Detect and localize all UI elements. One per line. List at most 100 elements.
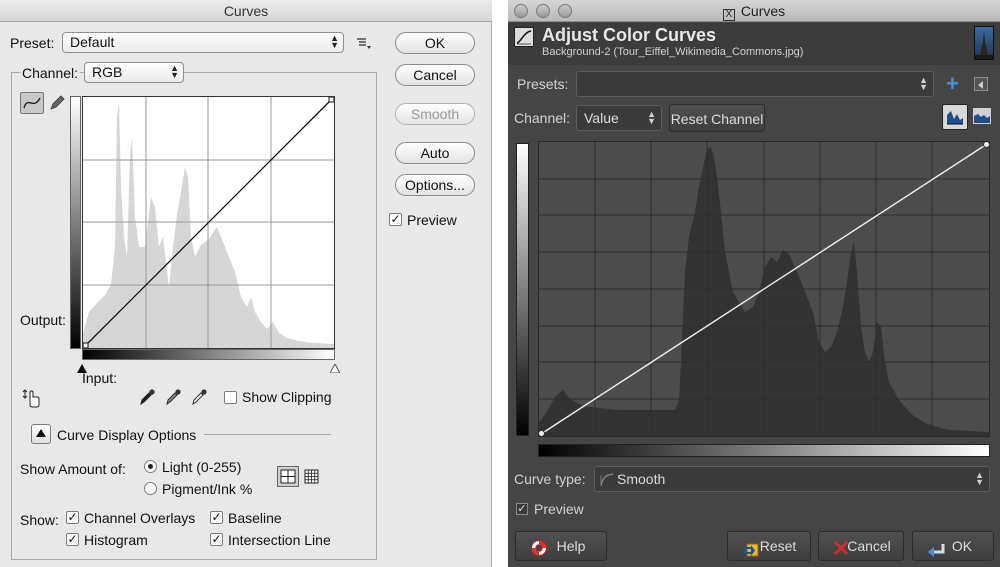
image-thumbnail [974, 26, 994, 60]
presets-label: Presets: [517, 76, 568, 92]
white-eyedropper-button[interactable] [190, 388, 208, 406]
curve-display-options-label: Curve Display Options [57, 427, 197, 443]
curve-type-combo[interactable]: Smooth ▲ ▼ [594, 466, 990, 492]
preview-checkbox[interactable]: ✓ [389, 213, 402, 226]
gimp-output-gradient [516, 143, 529, 436]
add-preset-icon[interactable]: + [946, 73, 959, 95]
gimp-window-title: Curves [740, 3, 786, 19]
gimp-curve-graph[interactable] [538, 141, 990, 437]
light-radio-label: Light (0-255) [162, 459, 242, 475]
curve-tool-button[interactable] [20, 92, 44, 114]
preset-options-icon[interactable] [357, 36, 371, 49]
histogram-checkbox[interactable]: ✓ [66, 533, 79, 546]
ps-curve-end-point[interactable] [328, 97, 334, 103]
show-amount-label: Show Amount of: [20, 461, 126, 477]
cancel-x-icon [833, 538, 849, 556]
gimp-reset-label: Reset [759, 538, 797, 554]
hand-arrows-icon [22, 389, 40, 408]
channel-overlays-checkbox[interactable]: ✓ [66, 511, 79, 524]
preview-label: Preview [407, 212, 457, 228]
curve-display-options-toggle[interactable] [31, 424, 51, 444]
intersection-line-checkbox[interactable]: ✓ [210, 533, 223, 546]
gimp-reset-button[interactable]: Reset [727, 531, 811, 561]
ps-curve-start-point[interactable] [83, 342, 89, 348]
gimp-curves-dialog: X Curves Adjust Color Curves Background-2… [508, 0, 1000, 567]
linear-histogram-icon [947, 111, 963, 125]
presets-label-text: Presets: [517, 76, 569, 92]
smooth-button[interactable]: Smooth [395, 103, 475, 125]
preset-menu-icon[interactable] [974, 77, 988, 91]
linear-histogram-button[interactable] [942, 104, 968, 130]
help-button[interactable]: Help [515, 531, 607, 561]
zoom-window-button[interactable] [558, 4, 572, 18]
pigment-radio-label: Pigment/Ink % [162, 481, 253, 497]
grid-4-icon [280, 469, 296, 484]
detailed-grid-button[interactable] [302, 467, 322, 486]
smooth-curve-icon [599, 471, 615, 487]
show-clipping-checkbox[interactable] [224, 391, 237, 404]
auto-button[interactable]: Auto [395, 142, 475, 164]
input-label: Input: [82, 370, 118, 386]
ps-curve-graph[interactable] [82, 96, 335, 349]
help-label: Help [556, 538, 586, 554]
gimp-channel-combo[interactable]: Value ▲ ▼ [576, 105, 662, 131]
pencil-icon [50, 95, 65, 110]
options-button[interactable]: Options... [395, 174, 475, 196]
ok-button[interactable]: OK [395, 32, 475, 54]
channel-value: RGB [92, 64, 123, 80]
presets-combo[interactable]: ▲ ▼ [576, 71, 934, 97]
output-label: Output: [20, 312, 66, 328]
enter-key-icon [927, 539, 947, 557]
gimp-ok-button[interactable]: OK [912, 531, 994, 561]
gimp-preview-checkbox[interactable]: ✓ [516, 503, 528, 515]
combo-arrows-icon: ▲ ▼ [647, 109, 656, 126]
input-gradient [82, 349, 335, 360]
gray-eyedropper-button[interactable] [164, 388, 182, 406]
channel-label: Channel: [20, 65, 81, 81]
curve-type-value: Smooth [617, 471, 666, 487]
white-point-slider[interactable] [329, 360, 341, 374]
reset-channel-button[interactable]: Reset Channel [669, 104, 765, 132]
gimp-subheading: Background-2 (Tour_Eiffel_Wikimedia_Comm… [542, 46, 804, 58]
curves-tool-icon [514, 27, 534, 47]
show-label: Show: [20, 512, 59, 528]
eyedropper-gray-icon [166, 389, 181, 406]
gimp-curve-start-point[interactable] [539, 430, 545, 437]
gimp-cancel-button[interactable]: Cancel [818, 531, 904, 561]
pencil-tool-button[interactable] [48, 94, 66, 112]
preset-select[interactable]: Default ▲ ▼ [62, 32, 344, 53]
histogram-label: Histogram [84, 532, 148, 548]
simple-grid-button[interactable] [277, 466, 299, 487]
channel-select[interactable]: RGB ▲ ▼ [84, 62, 184, 83]
intersection-line-label: Intersection Line [228, 532, 331, 548]
log-histogram-button[interactable] [970, 104, 996, 130]
output-gradient [70, 96, 81, 349]
pigment-radio[interactable] [144, 482, 157, 495]
gimp-heading: Adjust Color Curves [542, 25, 717, 45]
preset-value: Default [70, 34, 115, 50]
minimize-window-button[interactable] [536, 4, 550, 18]
triangle-up-icon [36, 429, 46, 437]
black-eyedropper-button[interactable] [138, 388, 156, 406]
grid-16-icon [304, 469, 319, 484]
gimp-ok-label: OK [951, 538, 973, 554]
lifebuoy-icon [530, 538, 548, 556]
gimp-curve-end-point[interactable] [983, 142, 990, 148]
gimp-preview-label: Preview [534, 501, 584, 517]
show-clipping-label: Show Clipping [242, 389, 332, 405]
curve-type-label: Curve type: [514, 471, 586, 487]
eyedropper-black-icon [140, 389, 155, 406]
preset-label: Preset: [10, 35, 55, 51]
black-point-slider[interactable] [77, 360, 87, 373]
gimp-cancel-label: Cancel [847, 538, 891, 554]
x11-icon: X [722, 9, 735, 21]
cancel-button[interactable]: Cancel [395, 64, 475, 86]
log-histogram-icon [973, 108, 991, 124]
close-window-button[interactable] [514, 4, 528, 18]
targeted-adjustment-button[interactable] [22, 388, 42, 408]
gimp-channel-value: Value [584, 110, 619, 126]
baseline-checkbox[interactable]: ✓ [210, 511, 223, 524]
light-radio[interactable] [144, 460, 157, 473]
combo-arrows-icon: ▲ ▼ [919, 75, 928, 92]
select-arrows-icon: ▲ ▼ [170, 63, 179, 80]
